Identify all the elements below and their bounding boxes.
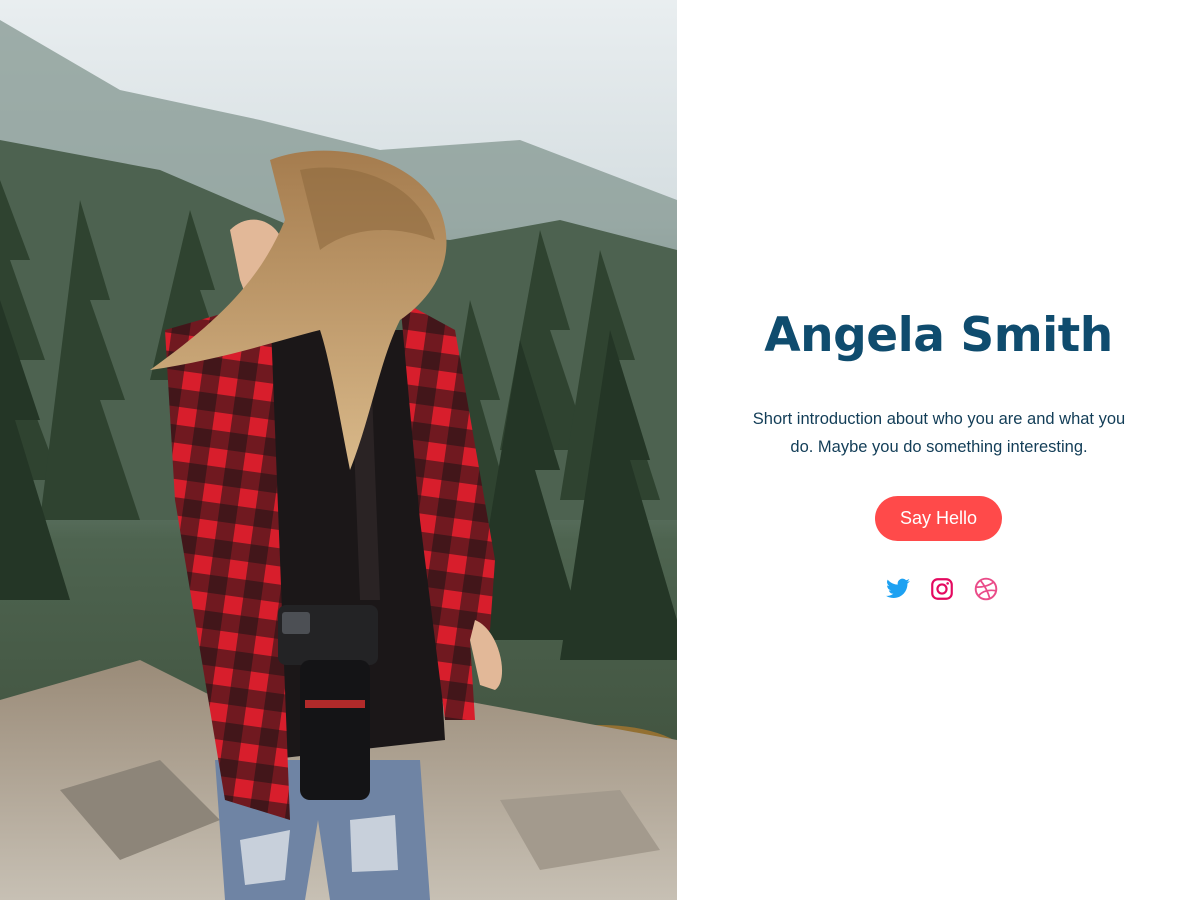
intro-panel: Angela Smith Short introduction about wh… xyxy=(677,0,1200,900)
say-hello-button[interactable]: Say Hello xyxy=(875,496,1002,541)
instagram-dot xyxy=(946,582,949,585)
instagram-lens xyxy=(936,583,948,595)
intro-text: Short introduction about who you are and… xyxy=(752,410,1126,456)
instagram-icon[interactable] xyxy=(929,576,955,602)
page: Angela Smith Short introduction about wh… xyxy=(0,0,1200,900)
portrait-photo xyxy=(0,0,677,900)
twitter-glyph xyxy=(886,578,910,598)
hero-photo xyxy=(0,0,677,900)
page-title: Angela Smith xyxy=(764,308,1113,363)
dribbble-seam-1 xyxy=(979,580,991,599)
dribbble-icon[interactable] xyxy=(973,576,999,602)
instagram-frame xyxy=(931,578,953,600)
social-links xyxy=(885,576,1005,602)
twitter-icon[interactable] xyxy=(885,576,911,602)
